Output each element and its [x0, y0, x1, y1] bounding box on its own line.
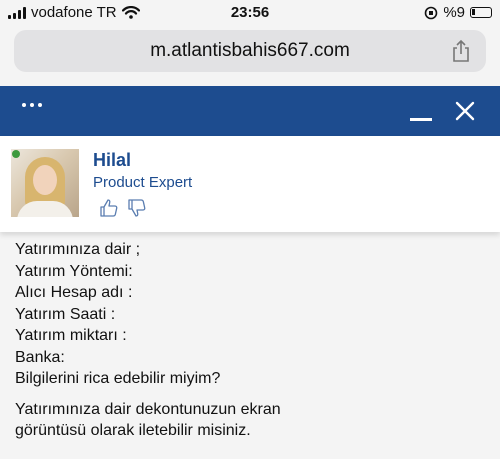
message-line: Yatırımınıza dair dekontunuzun ekran — [15, 400, 281, 418]
message-line: Banka: — [15, 348, 65, 366]
rating-buttons — [99, 198, 147, 218]
battery-percent: %9 — [443, 4, 465, 21]
chat-header — [0, 86, 500, 136]
message-bubble: Yatırımınıza dair dekontunuzun ekran gör… — [15, 399, 485, 442]
message-bubble: Yatırımınıza dair ; Yatırım Yöntemi: Alı… — [15, 239, 485, 390]
agent-card: Hilal Product Expert — [0, 136, 500, 232]
share-icon[interactable] — [450, 39, 472, 63]
message-line: Yatırımınıza dair ; — [15, 241, 141, 258]
agent-name: Hilal — [93, 150, 132, 170]
close-icon[interactable] — [454, 100, 476, 122]
address-bar[interactable]: m.atlantisbahis667.com — [14, 30, 486, 72]
message-line: görüntüsü olarak iletebilir misiniz. — [15, 422, 251, 439]
menu-dots-icon[interactable] — [22, 103, 42, 107]
url-text[interactable]: m.atlantisbahis667.com — [14, 40, 486, 62]
agent-role: Product Expert — [93, 174, 193, 191]
message-line: Alıcı Hesap adı : — [15, 284, 133, 301]
chat-messages: Yatırımınıza dair ; Yatırım Yöntemi: Alı… — [15, 239, 485, 442]
minimize-icon[interactable] — [410, 118, 432, 121]
message-line: Bilgilerini rica edebilir miyim? — [15, 370, 221, 387]
orientation-lock-icon — [425, 6, 438, 19]
online-status-dot — [12, 150, 20, 158]
battery-icon — [470, 7, 492, 18]
status-right: %9 — [424, 4, 492, 21]
message-line: Yatırım Yöntemi: — [15, 262, 133, 280]
message-line: Yatırım Saati : — [15, 305, 116, 323]
thumbs-down-icon[interactable] — [127, 198, 147, 218]
thumbs-up-icon[interactable] — [99, 198, 119, 218]
status-bar: vodafone TR 23:56 %9 — [0, 0, 500, 26]
avatar — [11, 149, 79, 217]
message-line: Yatırım miktarı : — [15, 327, 127, 344]
